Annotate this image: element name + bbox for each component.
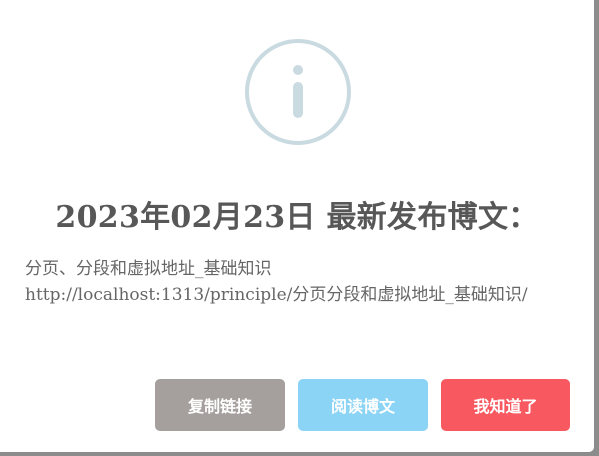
acknowledge-button[interactable]: 我知道了 <box>441 379 570 431</box>
announcement-dialog: 2023年02月23日 最新发布博文： 分页、分段和虚拟地址_基础知识 http… <box>0 0 594 452</box>
dialog-actions: 复制链接 阅读博文 我知道了 <box>0 379 594 431</box>
post-title-text: 分页、分段和虚拟地址_基础知识 <box>25 259 272 279</box>
post-url-text: http://localhost:1313/principle/分页分段和虚拟地… <box>25 285 528 305</box>
dialog-title: 2023年02月23日 最新发布博文： <box>55 200 539 235</box>
read-post-button[interactable]: 阅读博文 <box>298 379 428 431</box>
info-icon <box>245 39 351 145</box>
dialog-content: 分页、分段和虚拟地址_基础知识 http://localhost:1313/pr… <box>25 256 570 308</box>
copy-link-button[interactable]: 复制链接 <box>155 379 285 431</box>
